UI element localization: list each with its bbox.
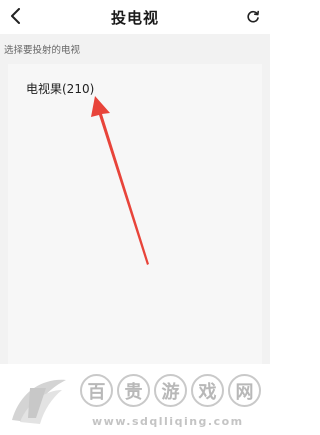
watermark-char: 游 (154, 374, 187, 407)
watermark-char: 百 (80, 374, 113, 407)
device-label: 电视果(210) (26, 82, 95, 96)
watermark: 百 贵 游 戏 网 www.sdqlliqing.com (0, 364, 270, 435)
device-item[interactable]: 电视果(210) (8, 64, 262, 110)
device-list: 电视果(210) (8, 64, 262, 394)
content-area: 选择要投射的电视 电视果(210) (0, 34, 270, 394)
watermark-char: 戏 (191, 374, 224, 407)
top-bar: 投电视 (0, 0, 270, 34)
watermark-char: 网 (228, 374, 261, 407)
watermark-title: 百 贵 游 戏 网 (80, 374, 261, 407)
refresh-icon (247, 10, 259, 23)
page-title: 投电视 (110, 9, 159, 27)
select-tv-hint: 选择要投射的电视 (4, 45, 81, 56)
watermark-char: 贵 (117, 374, 150, 407)
watermark-logo (12, 379, 66, 424)
refresh-button[interactable] (242, 6, 264, 28)
watermark-url: www.sdqlliqing.com (92, 415, 244, 428)
